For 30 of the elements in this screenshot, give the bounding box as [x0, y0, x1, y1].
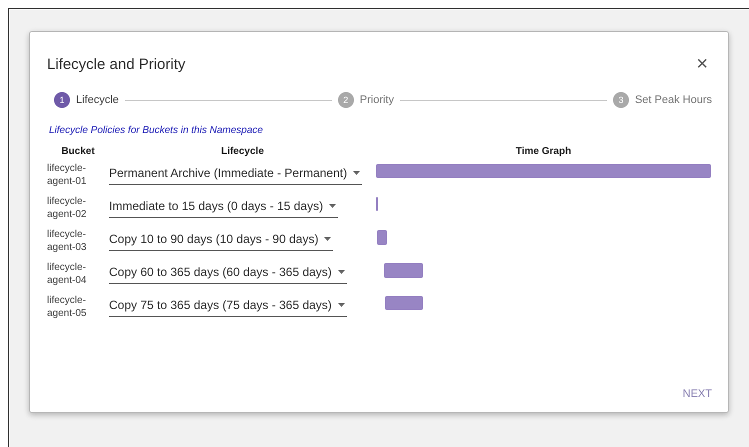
step-number: 3: [612, 92, 629, 108]
time-bar: [377, 230, 387, 245]
close-button[interactable]: ×: [692, 54, 712, 74]
dialog-title: Lifecycle and Priority: [47, 56, 186, 72]
lifecycle-dropdown[interactable]: Permanent Archive (Immediate - Permanent): [109, 162, 362, 185]
lifecycle-dropdown[interactable]: Copy 75 to 365 days (75 days - 365 days): [109, 294, 347, 317]
column-header: Bucket: [61, 146, 95, 157]
caret-icon: [338, 303, 345, 307]
caret-icon: [329, 204, 336, 208]
caret-icon: [338, 270, 345, 274]
step-number: 1: [54, 92, 70, 108]
lifecycle-dropdown[interactable]: Copy 10 to 90 days (10 days - 90 days): [109, 228, 334, 251]
bucket-name: lifecycle-agent-01: [47, 163, 86, 187]
bucket-name: lifecycle-agent-03: [47, 229, 86, 253]
bucket-name: lifecycle-agent-04: [47, 262, 86, 286]
column-header: Time Graph: [516, 146, 572, 157]
lifecycle-dropdown[interactable]: Immediate to 15 days (0 days - 15 days): [109, 195, 338, 218]
time-bar: [384, 263, 423, 278]
lifecycle-dropdown[interactable]: Copy 60 to 365 days (60 days - 365 days): [109, 261, 347, 284]
caret-icon: [324, 237, 332, 241]
step-label[interactable]: Set Peak Hours: [634, 94, 712, 106]
section-title: Lifecycle Policies for Buckets in this Namespace: [48, 125, 264, 136]
bucket-name: lifecycle-agent-05: [47, 295, 86, 319]
caret-icon: [353, 171, 360, 175]
column-header: Lifecycle: [221, 146, 264, 157]
step-number: 2: [338, 92, 354, 108]
step-label[interactable]: Priority: [360, 94, 394, 106]
bucket-name: lifecycle-agent-02: [47, 196, 86, 220]
time-bar: [385, 296, 423, 310]
step-label[interactable]: Lifecycle: [76, 94, 119, 106]
